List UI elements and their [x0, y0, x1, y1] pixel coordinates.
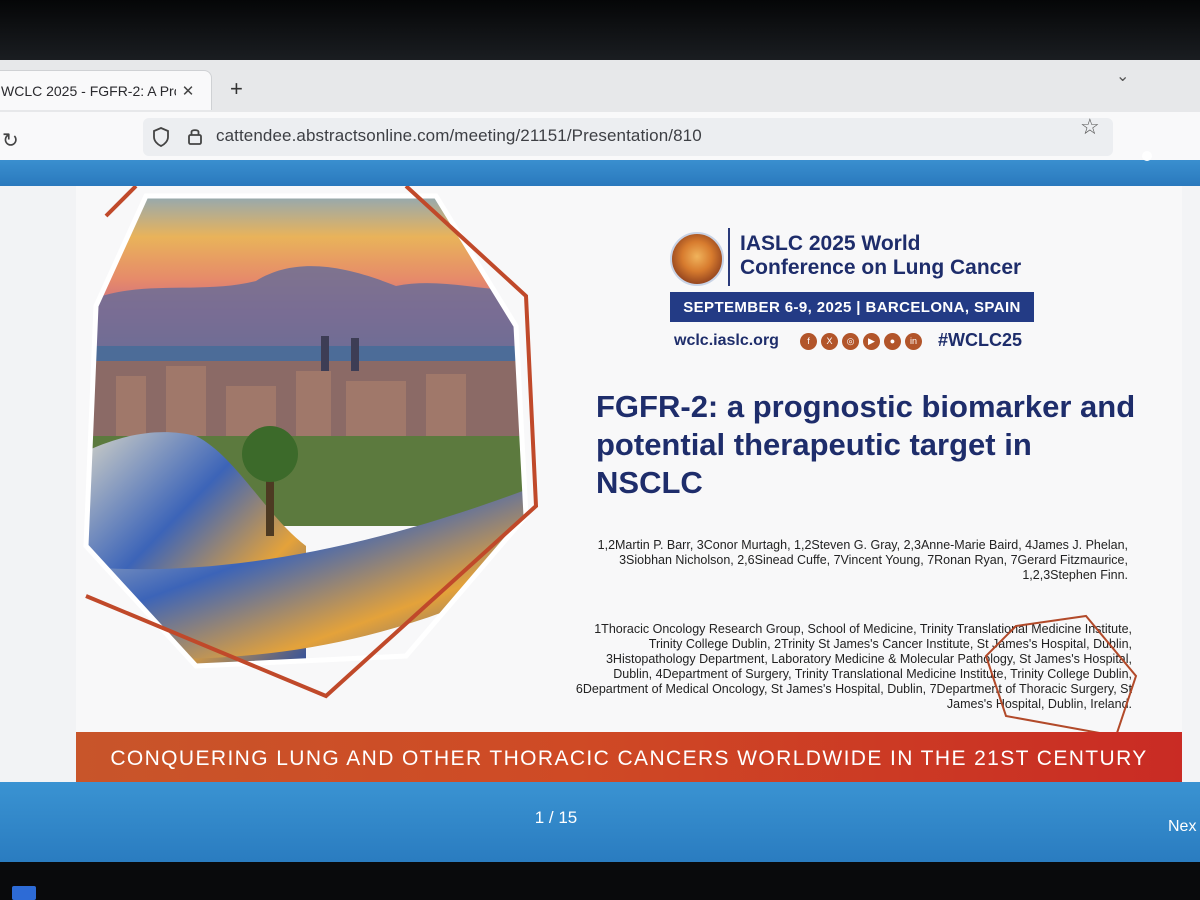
- presentation-title: FGFR-2: a prognostic biomarker and poten…: [596, 389, 1136, 500]
- barcelona-photo: [83, 186, 539, 699]
- conference-title: IASLC 2025 World Conference on Lung Canc…: [740, 232, 1021, 280]
- taskbar: [0, 862, 1200, 900]
- conference-hashtag: #WCLC25: [938, 330, 1023, 350]
- presentation-slide: IASLC 2025 World Conference on Lung Canc…: [76, 186, 1182, 786]
- conference-title-line2: Conference on Lung Cancer: [740, 256, 1022, 279]
- social-icons: f X ◎ ▶ ● in: [800, 333, 922, 350]
- slide-pager-bar: [0, 782, 1200, 862]
- bookmark-star-icon[interactable]: ☆: [1080, 114, 1100, 140]
- x-icon: X: [821, 333, 838, 350]
- author-list: 1,2Martin P. Barr, 3Conor Murtagh, 1,2St…: [568, 538, 1128, 583]
- date-location-banner: SEPTEMBER 6-9, 2025 | BARCELONA, SPAIN: [670, 292, 1034, 322]
- decorative-hexagon: [984, 614, 1138, 738]
- monitor-bezel-top: [0, 0, 1200, 60]
- authors-line2: 3Siobhan Nicholson, 2,6Sinead Cuffe, 7Vi…: [619, 553, 1128, 567]
- facebook-icon: f: [800, 333, 817, 350]
- youtube-icon: ▶: [863, 333, 880, 350]
- page-indicator: 1 / 15: [534, 808, 578, 827]
- linkedin-icon: in: [905, 333, 922, 350]
- new-tab-button[interactable]: +: [230, 76, 243, 102]
- lock-icon[interactable]: [186, 126, 204, 146]
- logo-divider: [728, 228, 730, 286]
- authors-line3: 1,2,3Stephen Finn.: [1022, 568, 1128, 582]
- shield-icon[interactable]: [152, 127, 170, 147]
- reload-button[interactable]: ↻: [2, 128, 19, 153]
- instagram-icon: ◎: [842, 333, 859, 350]
- viewer-header-band: [0, 160, 1200, 186]
- indicator-dot: [1142, 151, 1152, 161]
- taskbar-app-icon[interactable]: [12, 886, 36, 900]
- url-text[interactable]: cattendee.abstractsonline.com/meeting/21…: [216, 126, 702, 146]
- tab-title: WCLC 2025 - FGFR-2: A Prognostic: [1, 82, 176, 99]
- tab-wclc-presentation[interactable]: WCLC 2025 - FGFR-2: A Prognostic ✕: [0, 70, 212, 110]
- slide-footer-banner: CONQUERING LUNG AND OTHER THORACIC CANCE…: [76, 732, 1182, 786]
- authors-line1: 1,2Martin P. Barr, 3Conor Murtagh, 1,2St…: [597, 538, 1128, 552]
- iaslc-logo: [670, 232, 724, 286]
- conference-website: wclc.iaslc.org: [674, 332, 779, 349]
- close-icon[interactable]: ✕: [176, 82, 200, 100]
- next-button[interactable]: Nex: [1168, 818, 1196, 836]
- wechat-icon: ●: [884, 333, 901, 350]
- chevron-down-icon[interactable]: ⌄: [1116, 66, 1129, 86]
- conference-title-line1: IASLC 2025 World: [740, 232, 921, 255]
